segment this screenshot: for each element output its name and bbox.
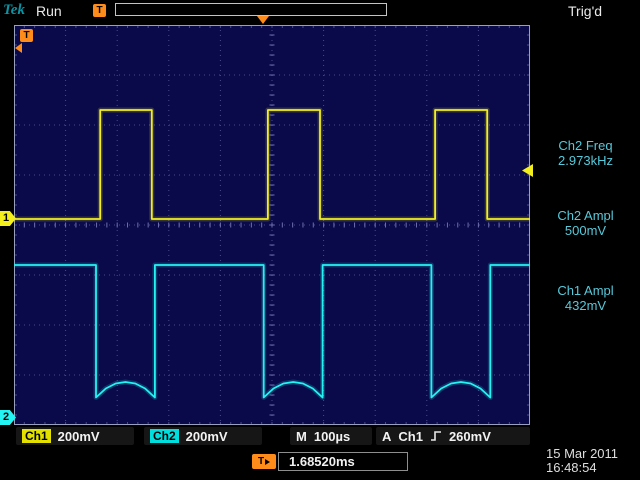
bottom-status-bar: Ch1 200mV Ch2 200mV M 100µs A Ch1 260mV [14,427,530,445]
timebase-label: M [296,429,307,444]
ch1-badge: Ch1 [22,429,51,443]
trigger-source: Ch1 [398,429,423,444]
delay-t-label: T [258,456,264,467]
trigger-level-value: 260mV [449,429,491,444]
trigger-indicator-icon: T [20,29,33,42]
right-arrow-icon [265,459,270,465]
delay-time-icon: T [252,454,276,469]
measurement-value: 2.973kHz [531,153,640,168]
measurement-value: 500mV [531,223,640,238]
date-text: 15 Mar 2011 [546,447,618,461]
ch2-scale: 200mV [186,429,228,444]
tek-logo: Tek [3,2,25,19]
measurement-readouts: Ch2 Freq 2.973kHz Ch2 Ampl 500mV Ch1 Amp… [531,0,640,430]
measurement-value: 432mV [531,298,640,313]
ch2-badge: Ch2 [150,429,179,443]
rising-edge-icon [430,429,442,443]
trigger-offscreen-arrow-icon [15,43,22,53]
trigger-t-icon: T [93,4,106,17]
timebase-value: 100µs [314,429,350,444]
ch2-freq-readout: Ch2 Freq 2.973kHz [531,138,640,168]
record-view-bar [115,3,387,16]
graticule [14,25,530,425]
datetime-readout: 15 Mar 2011 16:48:54 [546,447,618,475]
measurement-label: Ch2 Freq [531,138,640,153]
time-text: 16:48:54 [546,461,618,475]
ch1-ampl-readout: Ch1 Ampl 432mV [531,283,640,313]
trigger-position-marker-icon [257,16,269,24]
measurement-label: Ch2 Ampl [531,208,640,223]
timebase-readout: M 100µs [290,427,372,445]
ch1-settings-readout: Ch1 200mV [16,427,134,445]
oscilloscope-screen: Tek Run T Trig'd T 1 2 Ch2 Freq 2.973kHz… [0,0,640,480]
trigger-settings-readout: A Ch1 260mV [376,427,530,445]
ch2-ampl-readout: Ch2 Ampl 500mV [531,208,640,238]
acquisition-status: Run [36,3,62,19]
delay-time-readout: 1.68520ms [278,452,408,471]
trigger-mode-label: A [382,429,391,444]
measurement-label: Ch1 Ampl [531,283,640,298]
ch1-scale: 200mV [58,429,100,444]
ch2-settings-readout: Ch2 200mV [144,427,262,445]
